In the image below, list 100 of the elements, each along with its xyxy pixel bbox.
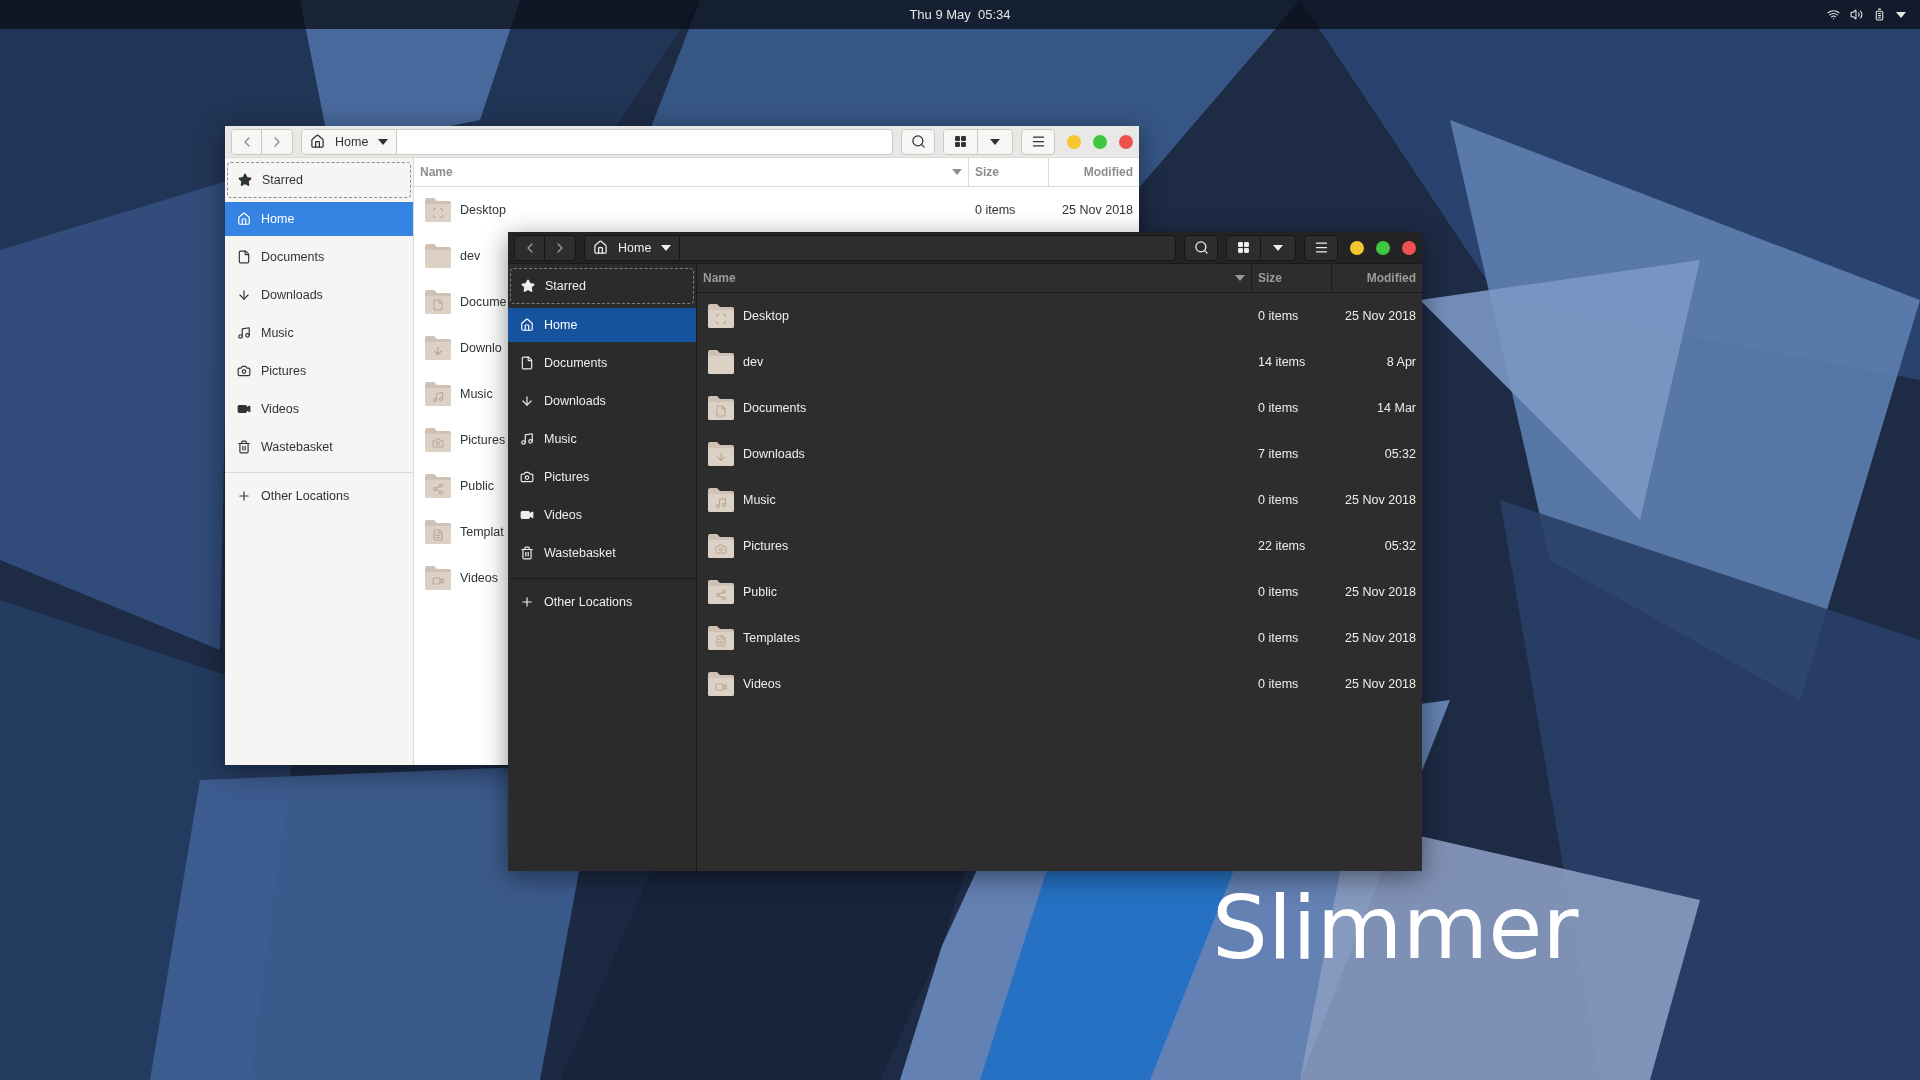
file-modified: 25 Nov 2018 [1344,677,1417,691]
file-size: 0 items [1257,631,1300,645]
path-bar[interactable]: Home [584,234,1176,261]
search-icon [910,134,926,149]
document-icon [237,250,251,264]
sidebar-item[interactable]: Documents [508,346,696,380]
search-icon [1193,240,1209,255]
video-icon [520,508,534,522]
sidebar-item[interactable]: Music [225,316,413,350]
file-size: 7 items [1257,447,1300,461]
file-modified: 8 Apr [1385,355,1417,369]
column-header[interactable]: Modified [1332,264,1422,292]
folder-icon [424,243,452,269]
camera-icon [520,470,534,484]
forward-button[interactable] [545,235,575,260]
path-crumb-button[interactable]: Home [302,129,398,154]
file-name[interactable]: Music [460,387,493,401]
file-name[interactable]: Videos [460,571,498,585]
sidebar-item[interactable]: Videos [508,498,696,532]
sidebar-item[interactable]: Home [225,202,413,236]
file-name[interactable]: Desktop [743,309,789,323]
close-button[interactable] [1119,134,1133,149]
path-bar[interactable]: Home [301,128,893,155]
download-icon [237,288,251,302]
menu-button[interactable] [1304,234,1338,261]
sidebar-item[interactable]: Pictures [225,354,413,388]
file-name[interactable]: Desktop [460,203,506,217]
file-name[interactable]: dev [743,355,764,369]
file-name[interactable]: Documents [743,401,807,415]
file-name[interactable]: Downlo [460,341,502,355]
sidebar-item[interactable]: Wastebasket [225,430,413,464]
sort-caret-icon [1235,275,1245,281]
volume-icon[interactable] [1850,8,1863,21]
maximize-button[interactable] [1376,240,1390,255]
document-icon [520,356,534,370]
sidebar-item[interactable]: Videos [225,392,413,426]
column-header[interactable]: Size [1252,264,1332,292]
sidebar-item[interactable]: Other Locations [225,479,413,513]
file-name[interactable]: Videos [743,677,781,691]
music-icon [237,326,251,340]
caption: Slimmer [1212,876,1579,979]
plus-icon [520,595,534,609]
folder-icon [707,349,735,375]
caret-icon [990,138,1000,145]
sidebar-item[interactable]: Starred [227,162,411,198]
sidebar-item[interactable]: Pictures [508,460,696,494]
sidebar-item[interactable]: Wastebasket [508,536,696,570]
grid-icon [954,135,967,148]
view-options-button[interactable] [978,129,1012,154]
folder-icon [707,671,735,697]
folder-icon [424,473,452,499]
file-name[interactable]: Templates [743,631,800,645]
caret-icon [378,138,389,145]
file-name[interactable]: Public [460,479,495,493]
music-icon [520,432,534,446]
file-name[interactable]: Public [743,585,778,599]
file-modified: 05:32 [1383,447,1417,461]
sidebar-item[interactable]: Downloads [225,278,413,312]
view-options-button[interactable] [1261,235,1295,260]
home-icon [310,134,325,149]
sidebar-item[interactable]: Documents [225,240,413,274]
file-name[interactable]: Downloads [743,447,805,461]
folder-icon [424,519,452,545]
back-button[interactable] [515,235,545,260]
file-name[interactable]: dev [460,249,481,263]
star-icon [238,173,252,187]
wifi-icon[interactable] [1827,8,1840,21]
grid-icon [1237,241,1250,254]
file-name[interactable]: Pictures [460,433,506,447]
folder-icon [424,197,452,223]
file-size: 0 items [1257,309,1300,323]
file-modified: 05:32 [1383,539,1417,553]
file-name[interactable]: Docume [460,295,507,309]
close-button[interactable] [1402,240,1416,255]
sidebar-item[interactable]: Home [508,308,696,342]
sidebar-item[interactable]: Music [508,422,696,456]
folder-icon [707,303,735,329]
home-icon [593,240,608,255]
minimize-button[interactable] [1350,240,1364,255]
folder-icon [707,395,735,421]
battery-icon[interactable] [1873,8,1886,21]
column-header[interactable]: Name [697,264,1252,292]
file-modified: 14 Mar [1376,401,1417,415]
file-name[interactable]: Music [743,493,776,507]
grid-view-button[interactable] [1227,235,1261,260]
search-button[interactable] [1184,234,1218,261]
file-name[interactable]: Templat [460,525,504,539]
sort-caret-icon [952,169,962,175]
file-modified: 25 Nov 2018 [1344,493,1417,507]
file-modified: 25 Nov 2018 [1344,631,1417,645]
path-crumb-button[interactable]: Home [585,235,681,260]
clock[interactable]: Thu 9 May 05:34 [909,7,1011,22]
file-name[interactable]: Pictures [743,539,789,553]
folder-icon [707,625,735,651]
sidebar-item[interactable]: Starred [510,268,694,304]
sidebar-item[interactable]: Downloads [508,384,696,418]
folder-icon [707,533,735,559]
caret-icon [1273,244,1283,251]
sidebar-item[interactable]: Other Locations [508,585,696,619]
trash-icon [237,440,251,454]
